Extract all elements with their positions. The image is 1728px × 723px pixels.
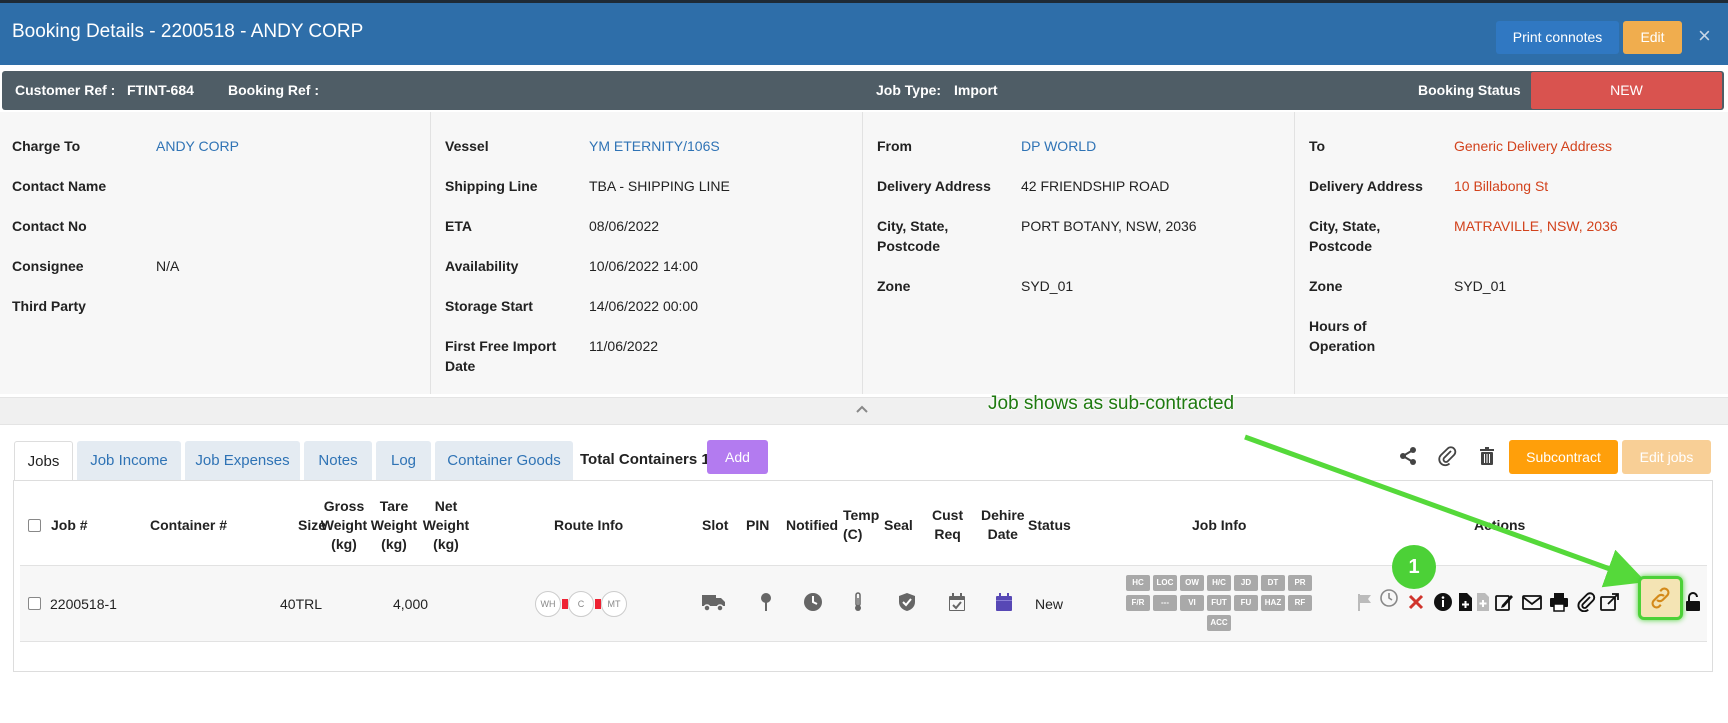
annotation-arrow-icon bbox=[1244, 434, 1647, 588]
lock-open-icon[interactable] bbox=[1683, 592, 1703, 612]
step-badge: 1 bbox=[1392, 545, 1436, 589]
subcontract-link-highlight[interactable] bbox=[1638, 576, 1683, 620]
link-icon[interactable] bbox=[1641, 579, 1680, 617]
